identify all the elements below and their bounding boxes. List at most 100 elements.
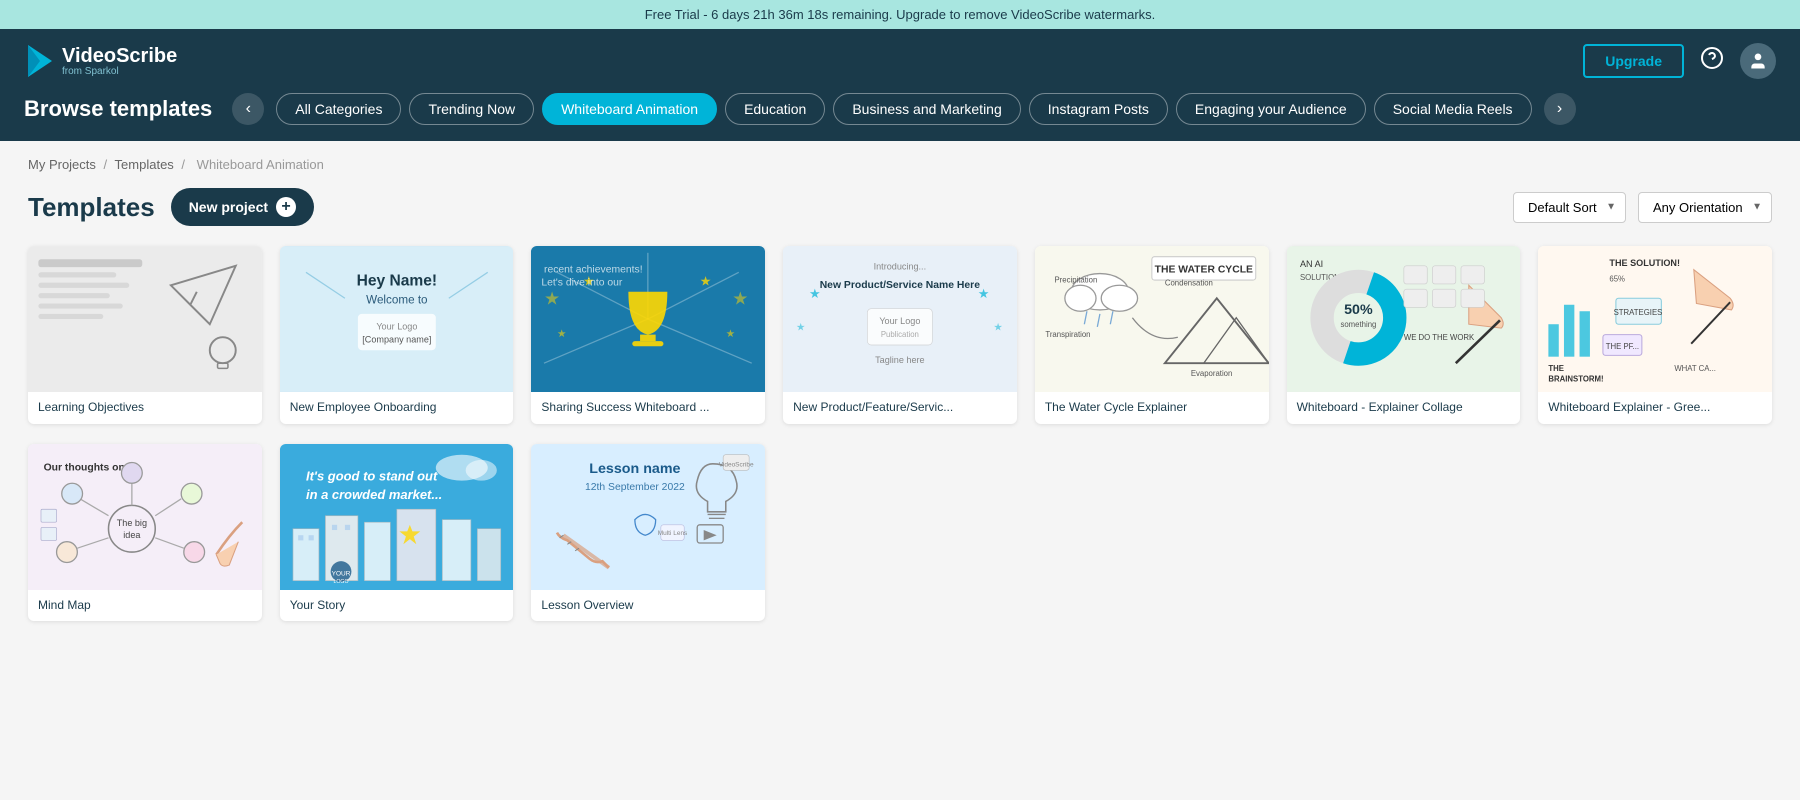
svg-text:in a crowded market...: in a crowded market... xyxy=(306,487,442,502)
template-card-whiteboard-explainer[interactable]: AN AI SOLUTION 50% something xyxy=(1287,246,1521,424)
plus-icon: + xyxy=(276,197,296,217)
svg-text:★: ★ xyxy=(544,289,560,309)
template-name-learning-objectives: Learning Objectives xyxy=(28,392,262,424)
svg-text:★: ★ xyxy=(726,329,735,340)
template-card-water-cycle[interactable]: THE WATER CYCLE Precipitation xyxy=(1035,246,1269,424)
thumb-onboarding: Hey Name! Welcome to Your Logo [Company … xyxy=(280,246,514,392)
templates-grid-row2: Our thoughts on... The big idea xyxy=(28,444,1772,622)
svg-text:Hey Name!: Hey Name! xyxy=(356,272,437,289)
svg-text:Lesson name: Lesson name xyxy=(590,461,681,477)
template-name-mind-map: Mind Map xyxy=(28,590,262,622)
thumb-learning-objectives xyxy=(28,246,262,392)
thumb-your-story: It's good to stand out in a crowded mark… xyxy=(280,444,514,590)
help-icon xyxy=(1700,46,1724,70)
cat-whiteboard-animation[interactable]: Whiteboard Animation xyxy=(542,93,717,125)
orientation-select[interactable]: Any Orientation Landscape Portrait Squar… xyxy=(1638,192,1772,223)
breadcrumb-templates[interactable]: Templates xyxy=(115,157,174,172)
svg-text:something: something xyxy=(1340,320,1376,329)
svg-text:Multi Lens: Multi Lens xyxy=(658,530,688,537)
template-card-lesson-overview[interactable]: Lesson name 12th September 2022 xyxy=(531,444,765,622)
cat-instagram-posts[interactable]: Instagram Posts xyxy=(1029,93,1168,125)
cat-trending-now[interactable]: Trending Now xyxy=(409,93,534,125)
svg-text:YOUR: YOUR xyxy=(331,570,350,577)
category-nav: ‹ All Categories Trending Now Whiteboard… xyxy=(232,93,1776,125)
content-area: My Projects / Templates / Whiteboard Ani… xyxy=(0,141,1800,637)
template-card-your-story[interactable]: It's good to stand out in a crowded mark… xyxy=(280,444,514,622)
svg-text:Let's dive into our: Let's dive into our xyxy=(542,277,624,288)
template-card-whiteboard-explainer-green[interactable]: THE SOLUTION! 65% STRATEGIES THE PF... T… xyxy=(1538,246,1772,424)
svg-text:VideoScribe: VideoScribe xyxy=(719,461,754,468)
header: VideoScribe from Sparkol Upgrade xyxy=(0,29,1800,93)
filter-area: Default Sort Newest Oldest Any Orientati… xyxy=(1513,192,1772,223)
template-card-new-product[interactable]: Introducing... ★ ★ ★ ★ New Product/Servi… xyxy=(783,246,1017,424)
template-card-new-employee-onboarding[interactable]: Hey Name! Welcome to Your Logo [Company … xyxy=(280,246,514,424)
svg-text:Evaporation: Evaporation xyxy=(1191,369,1233,378)
svg-text:idea: idea xyxy=(123,529,141,539)
template-card-sharing-success[interactable]: ★ ★ ★ ★ ★ ★ Let's dive into our recent a… xyxy=(531,246,765,424)
user-avatar[interactable] xyxy=(1740,43,1776,79)
svg-text:Publication: Publication xyxy=(881,330,919,339)
thumb-water-cycle: THE WATER CYCLE Precipitation xyxy=(1035,246,1269,392)
svg-text:12th September 2022: 12th September 2022 xyxy=(585,481,685,492)
orientation-filter-wrap: Any Orientation Landscape Portrait Squar… xyxy=(1638,192,1772,223)
templates-header: Templates New project + Default Sort New… xyxy=(28,188,1772,226)
svg-text:BRAINSTORM!: BRAINSTORM! xyxy=(1549,374,1604,383)
cat-social-media-reels[interactable]: Social Media Reels xyxy=(1374,93,1532,125)
cat-nav-left[interactable]: ‹ xyxy=(232,93,264,125)
svg-text:THE WATER CYCLE: THE WATER CYCLE xyxy=(1154,264,1252,275)
logo-icon xyxy=(24,43,56,79)
svg-text:It's good to stand out: It's good to stand out xyxy=(306,468,438,483)
template-name-your-story: Your Story xyxy=(280,590,514,622)
thumb-new-product: Introducing... ★ ★ ★ ★ New Product/Servi… xyxy=(783,246,1017,392)
template-card-mind-map[interactable]: Our thoughts on... The big idea xyxy=(28,444,262,622)
svg-text:Tagline here: Tagline here xyxy=(875,355,924,365)
new-project-button[interactable]: New project + xyxy=(171,188,314,226)
cat-engaging-audience[interactable]: Engaging your Audience xyxy=(1176,93,1366,125)
breadcrumb-current: Whiteboard Animation xyxy=(197,157,324,172)
svg-text:WE DO THE WORK: WE DO THE WORK xyxy=(1403,333,1474,342)
upgrade-button[interactable]: Upgrade xyxy=(1583,44,1684,78)
templates-grid-row1: Learning Objectives Hey Name! Welcome to… xyxy=(28,246,1772,424)
cat-tabs: All Categories Trending Now Whiteboard A… xyxy=(264,93,1543,125)
cat-all-categories[interactable]: All Categories xyxy=(276,93,401,125)
thumb-lesson-overview: Lesson name 12th September 2022 xyxy=(531,444,765,590)
cat-education[interactable]: Education xyxy=(725,93,825,125)
svg-text:New Product/Service Name Here: New Product/Service Name Here xyxy=(820,280,981,291)
svg-text:LOGO: LOGO xyxy=(333,579,348,585)
help-button[interactable] xyxy=(1700,46,1724,76)
sort-select[interactable]: Default Sort Newest Oldest xyxy=(1513,192,1626,223)
svg-text:65%: 65% xyxy=(1610,274,1626,283)
trial-banner: Free Trial - 6 days 21h 36m 18s remainin… xyxy=(0,0,1800,29)
sort-filter-wrap: Default Sort Newest Oldest xyxy=(1513,192,1626,223)
svg-text:The big: The big xyxy=(117,518,147,528)
template-name-new-product: New Product/Feature/Servic... xyxy=(783,392,1017,424)
cat-nav-right[interactable]: › xyxy=(1544,93,1576,125)
svg-text:Your Logo: Your Logo xyxy=(879,316,920,326)
svg-text:WHAT CA...: WHAT CA... xyxy=(1675,364,1717,373)
cat-business-marketing[interactable]: Business and Marketing xyxy=(833,93,1020,125)
templates-title-area: Templates New project + xyxy=(28,188,314,226)
breadcrumb: My Projects / Templates / Whiteboard Ani… xyxy=(28,157,1772,172)
svg-text:AN AI: AN AI xyxy=(1300,259,1323,269)
svg-text:Our thoughts on...: Our thoughts on... xyxy=(44,462,134,473)
thumb-sharing-success: ★ ★ ★ ★ ★ ★ Let's dive into our recent a… xyxy=(531,246,765,392)
template-name-water-cycle: The Water Cycle Explainer xyxy=(1035,392,1269,424)
browse-title: Browse templates xyxy=(24,96,232,122)
template-name-lesson-overview: Lesson Overview xyxy=(531,590,765,622)
svg-text:★: ★ xyxy=(557,329,566,340)
svg-text:[Company name]: [Company name] xyxy=(362,334,431,344)
svg-text:50%: 50% xyxy=(1344,302,1373,318)
logo-sub: from Sparkol xyxy=(62,66,177,77)
svg-text:★: ★ xyxy=(993,323,1002,334)
breadcrumb-my-projects[interactable]: My Projects xyxy=(28,157,96,172)
svg-text:Transpiration: Transpiration xyxy=(1045,330,1090,339)
new-project-label: New project xyxy=(189,199,268,215)
svg-text:STRATEGIES: STRATEGIES xyxy=(1614,308,1663,317)
thumb-whiteboard-explainer-green: THE SOLUTION! 65% STRATEGIES THE PF... T… xyxy=(1538,246,1772,392)
template-card-learning-objectives[interactable]: Learning Objectives xyxy=(28,246,262,424)
banner-text: Free Trial - 6 days 21h 36m 18s remainin… xyxy=(645,7,1156,22)
template-name-onboarding: New Employee Onboarding xyxy=(280,392,514,424)
svg-text:THE: THE xyxy=(1549,364,1565,373)
user-icon xyxy=(1748,51,1768,71)
logo-area: VideoScribe from Sparkol xyxy=(24,43,177,79)
